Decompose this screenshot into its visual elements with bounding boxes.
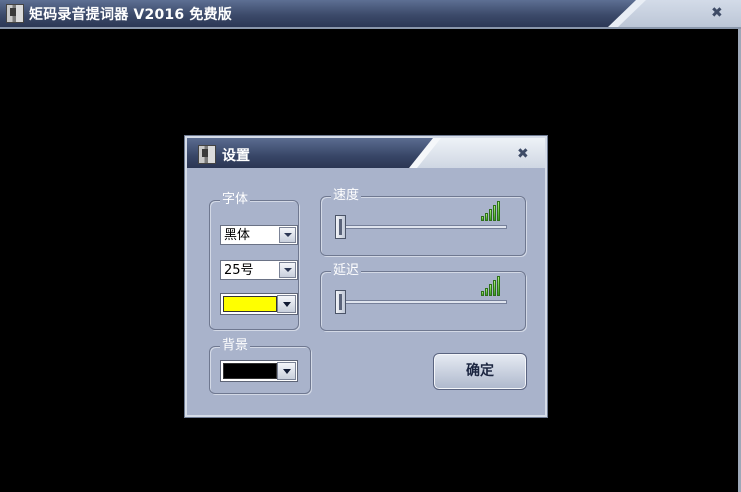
signal-bars-icon (481, 201, 503, 221)
main-titlebar[interactable]: 矩码录音提词器 V2016 免费版 ✖ (0, 0, 741, 29)
window-title: 矩码录音提词器 V2016 免费版 (29, 7, 232, 23)
app-icon (6, 4, 24, 23)
dialog-close-icon[interactable]: ✖ (517, 147, 529, 161)
background-group-label: 背景 (220, 337, 251, 355)
background-color-swatch (223, 363, 277, 379)
dialog-icon (198, 145, 216, 164)
font-group-label: 字体 (220, 191, 251, 209)
speed-slider-track[interactable] (335, 225, 507, 229)
font-group: 字体 黑体 25号 (209, 191, 299, 330)
dropdown-arrow-icon[interactable] (279, 227, 296, 243)
dropdown-arrow-icon[interactable] (277, 362, 296, 380)
ok-button[interactable]: 确定 (433, 353, 527, 390)
background-color-select[interactable] (220, 360, 298, 382)
delay-slider-thumb[interactable] (335, 290, 346, 314)
speed-slider-thumb[interactable] (335, 215, 346, 239)
speed-group: 速度 (320, 187, 526, 256)
signal-bars-icon (481, 276, 503, 296)
delay-slider-track[interactable] (335, 300, 507, 304)
font-color-swatch (223, 296, 277, 312)
font-size-value: 25号 (224, 263, 254, 278)
main-close-icon[interactable]: ✖ (711, 6, 723, 20)
dropdown-arrow-icon[interactable] (279, 262, 296, 278)
settings-dialog: 设置 ✖ 字体 黑体 25号 背景 速度 延迟 确定 (185, 136, 547, 417)
dialog-titlebar[interactable]: 设置 ✖ (187, 138, 545, 168)
font-size-select[interactable]: 25号 (220, 260, 298, 280)
delay-group: 延迟 (320, 262, 526, 331)
delay-group-label: 延迟 (331, 262, 362, 280)
dropdown-arrow-icon[interactable] (277, 295, 296, 313)
background-group: 背景 (209, 337, 311, 394)
font-family-value: 黑体 (224, 228, 251, 243)
speed-group-label: 速度 (331, 187, 362, 205)
font-color-select[interactable] (220, 293, 298, 315)
dialog-title: 设置 (222, 148, 250, 164)
font-family-select[interactable]: 黑体 (220, 225, 298, 245)
